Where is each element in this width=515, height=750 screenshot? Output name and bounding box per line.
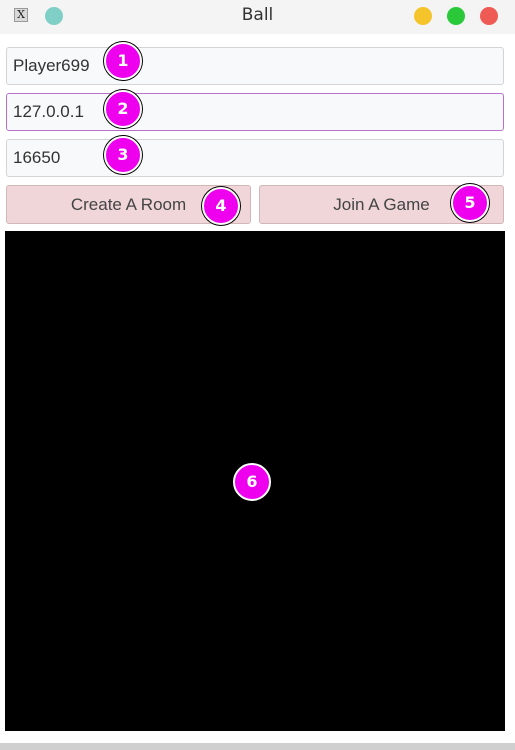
- maximize-button[interactable]: [447, 7, 465, 25]
- marker-2: 2: [104, 90, 142, 128]
- player-name-field[interactable]: [6, 47, 504, 85]
- marker-5: 5: [451, 184, 489, 222]
- main-content: Create A Room Join A Game 1 2 3 4 5 6: [0, 34, 515, 743]
- marker-1: 1: [104, 42, 142, 80]
- marker-4: 4: [202, 187, 240, 225]
- marker-3: 3: [104, 136, 142, 174]
- title-bar: X Ball: [0, 0, 515, 34]
- app-window: X Ball Create A Room Join A Game 1 2 3 4…: [0, 0, 515, 750]
- bottom-edge: [0, 743, 515, 750]
- minimize-button[interactable]: [414, 7, 432, 25]
- close-button[interactable]: [480, 7, 498, 25]
- port-field[interactable]: [6, 139, 504, 177]
- marker-6: 6: [233, 463, 271, 501]
- host-address-field[interactable]: [6, 93, 504, 131]
- window-title: Ball: [241, 5, 274, 25]
